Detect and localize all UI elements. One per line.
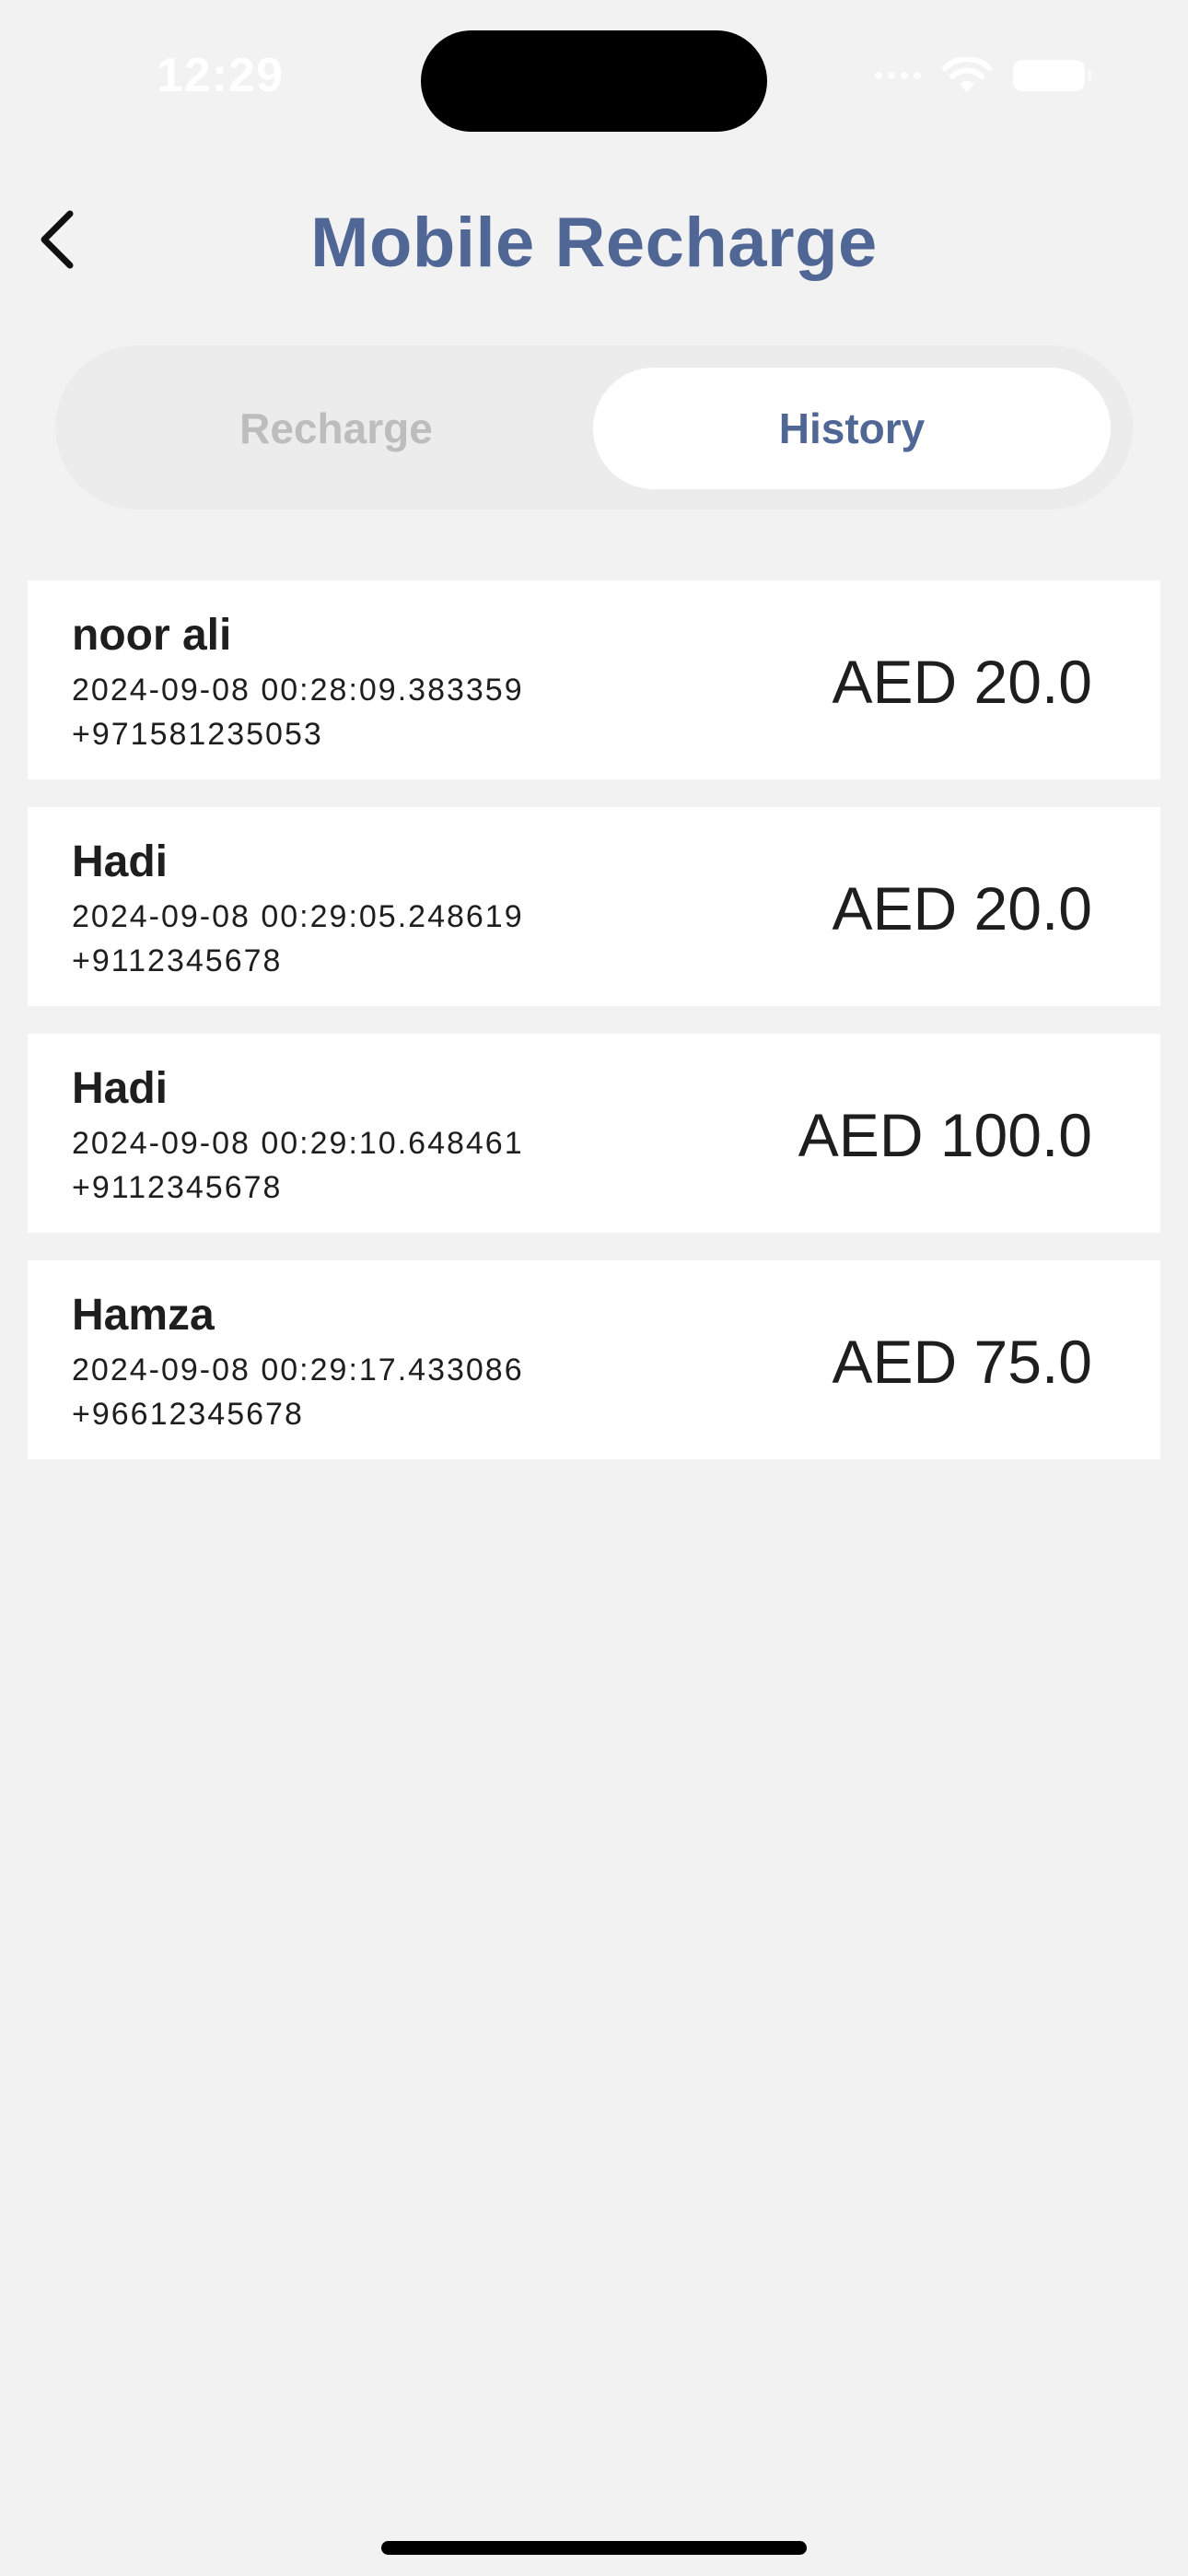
history-item-amount: AED 20.0 — [832, 648, 1093, 716]
status-bar: 12:29 — [0, 0, 1188, 157]
tab-history[interactable]: History — [593, 368, 1111, 489]
history-item-amount: AED 75.0 — [832, 1328, 1093, 1396]
history-item-name: Hadi — [72, 1064, 169, 1113]
status-icons — [875, 57, 1091, 94]
segmented-control: Recharge History — [55, 345, 1133, 509]
history-item[interactable]: Hadi 2024-09-08 00:29:05.248619 +9112345… — [28, 807, 1160, 1006]
history-item-amount: AED 100.0 — [798, 1101, 1092, 1169]
history-item-amount: AED 20.0 — [832, 874, 1093, 943]
history-item[interactable]: Hadi 2024-09-08 00:29:10.648461 +9112345… — [28, 1034, 1160, 1233]
history-item-date: 2024-09-08 00:29:10.648461 — [72, 1126, 524, 1161]
battery-icon — [1013, 60, 1091, 91]
page-title: Mobile Recharge — [310, 204, 878, 282]
cellular-signal-icon — [875, 72, 921, 79]
history-item-phone: +9112345678 — [72, 1170, 283, 1205]
dynamic-island — [421, 30, 767, 132]
home-indicator — [381, 2541, 807, 2555]
status-time: 12:29 — [157, 49, 284, 102]
tab-recharge[interactable]: Recharge — [77, 368, 595, 489]
history-item-phone: +971581235053 — [72, 717, 323, 752]
nav-bar: Mobile Recharge — [0, 184, 1188, 295]
history-item-name: Hadi — [72, 837, 169, 886]
history-list: noor ali 2024-09-08 00:28:09.383359 +971… — [28, 580, 1160, 1487]
history-item-date: 2024-09-08 00:28:09.383359 — [72, 673, 524, 708]
history-item-date: 2024-09-08 00:29:05.248619 — [72, 899, 524, 934]
wifi-icon — [942, 57, 992, 92]
history-item-phone: +9112345678 — [72, 943, 283, 978]
history-item[interactable]: Hamza 2024-09-08 00:29:17.433086 +966123… — [28, 1260, 1160, 1459]
history-item[interactable]: noor ali 2024-09-08 00:28:09.383359 +971… — [28, 580, 1160, 779]
history-item-phone: +96612345678 — [72, 1397, 304, 1432]
history-item-date: 2024-09-08 00:29:17.433086 — [72, 1352, 524, 1388]
history-item-name: Hamza — [72, 1291, 215, 1340]
history-item-name: noor ali — [72, 611, 232, 660]
